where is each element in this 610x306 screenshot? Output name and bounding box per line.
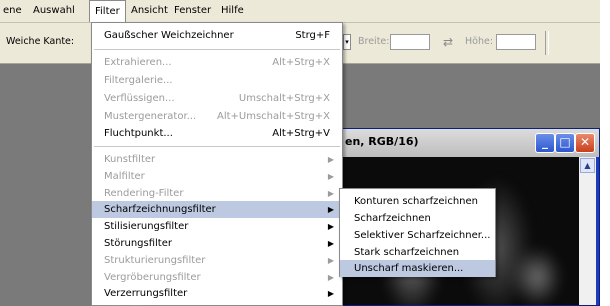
submenu-item-unscharf-maskieren[interactable]: Unscharf maskieren...	[340, 260, 495, 277]
menu-item-fluchtpunkt[interactable]: Fluchtpunkt... Alt+Strg+V	[92, 125, 342, 142]
filter-menu: Gaußscher Weichzeichner Strg+F Extrahieren…	[91, 22, 343, 306]
menu-item-label: Extrahieren...	[104, 57, 172, 68]
style-dropdown-arrow[interactable]: ▾	[343, 34, 351, 50]
menu-item-label: Stilisierungsfilter	[104, 221, 189, 232]
options-separator	[545, 31, 549, 55]
photoshop-window: ene Auswahl Filter Ansicht Fenster Hilfe…	[0, 0, 600, 306]
menu-item-label: Scharfzeichnungsfilter	[104, 204, 216, 215]
menu-item-label: Videofilter	[104, 302, 155, 306]
menu-item-shortcut: Umschalt+Strg+X	[238, 93, 330, 104]
menu-item-label: Verflüssigen...	[104, 93, 175, 104]
submenu-arrow-icon: ▶	[327, 205, 334, 214]
menu-hilfe[interactable]: Hilfe	[216, 0, 249, 22]
menu-item-st-rungsfilter[interactable]: Störungsfilter ▶	[92, 235, 342, 252]
menu-item-vergr-berungsfilter[interactable]: Vergröberungsfilter ▶	[92, 269, 342, 286]
submenu-arrow-icon: ▶	[327, 256, 334, 265]
submenu-arrow-icon: ▶	[327, 172, 334, 181]
menu-item-shortcut: Strg+F	[295, 30, 330, 41]
menu-bar: ene Auswahl Filter Ansicht Fenster Hilfe	[0, 0, 600, 23]
menu-fenster[interactable]: Fenster	[169, 0, 216, 22]
width-label: Breite:	[358, 36, 390, 47]
menu-separator	[94, 146, 340, 147]
menu-item-verfl-ssigen[interactable]: Verflüssigen... Umschalt+Strg+X	[92, 90, 342, 107]
submenu-item-stark-scharfzeichnen[interactable]: Stark scharfzeichnen	[340, 244, 495, 261]
menu-item-label: Störungsfilter	[104, 238, 172, 249]
submenu-item-scharfzeichnen[interactable]: Scharfzeichnen	[340, 210, 495, 227]
close-icon[interactable]: ✕	[575, 133, 595, 153]
menu-ansicht[interactable]: Ansicht	[126, 0, 173, 22]
menu-item-shortcut: Alt+Strg+V	[272, 128, 330, 139]
submenu-arrow-icon: ▶	[327, 155, 334, 164]
minimize-icon[interactable]: _	[535, 133, 555, 153]
menu-item-label: Verzerrungsfilter	[104, 288, 188, 299]
sharpen-submenu: Konturen scharfzeichnen Scharfzeichnen Sel…	[339, 188, 496, 277]
smoke-shape	[512, 247, 562, 305]
menu-item-stilisierungsfilter[interactable]: Stilisierungsfilter ▶	[92, 218, 342, 235]
submenu-item-label: Unscharf maskieren...	[354, 263, 464, 274]
submenu-item-selektiver-scharfzeichner[interactable]: Selektiver Scharfzeichner...	[340, 227, 495, 244]
menu-item-label: Fluchtpunkt...	[104, 128, 173, 139]
menu-item-verzerrungsfilter[interactable]: Verzerrungsfilter ▶	[92, 285, 342, 302]
menu-item-shortcut: Alt+Umschalt+Strg+X	[216, 111, 330, 122]
width-input[interactable]	[390, 34, 430, 50]
vertical-scrollbar[interactable]: ▲	[579, 157, 596, 305]
document-title: en, RGB/16)	[345, 135, 419, 148]
menu-item-label: Strukturierungsfilter	[104, 255, 206, 266]
menu-item-videofilter[interactable]: Videofilter ▶	[92, 302, 342, 306]
swap-arrows-icon[interactable]: ⇄	[443, 35, 453, 49]
submenu-item-label: Konturen scharfzeichnen	[354, 196, 478, 207]
height-label: Höhe:	[465, 36, 494, 47]
menu-item-rendering-filter[interactable]: Rendering-Filter ▶	[92, 185, 342, 202]
menu-item-label: Gaußscher Weichzeichner	[104, 30, 234, 41]
menu-item-label: Mustergenerator...	[104, 111, 197, 122]
menu-item-kunstfilter[interactable]: Kunstfilter ▶	[92, 151, 342, 168]
menu-item-filtergalerie[interactable]: Filtergalerie...	[92, 72, 342, 89]
menu-item-mustergenerator[interactable]: Mustergenerator... Alt+Umschalt+Strg+X	[92, 108, 342, 125]
menu-item-shortcut: Alt+Strg+X	[272, 57, 330, 68]
menu-item-label: Kunstfilter	[104, 154, 156, 165]
menu-filter[interactable]: Filter	[89, 0, 126, 22]
menu-item-extrahieren[interactable]: Extrahieren... Alt+Strg+X	[92, 54, 342, 71]
menu-item-label: Malfilter	[104, 171, 145, 182]
submenu-item-label: Selektiver Scharfzeichner...	[354, 230, 491, 241]
menu-item-label: Rendering-Filter	[104, 188, 184, 199]
menu-item-scharfzeichnungsfilter[interactable]: Scharfzeichnungsfilter ▶	[92, 201, 342, 218]
menu-item-strukturierungsfilter[interactable]: Strukturierungsfilter ▶	[92, 252, 342, 269]
submenu-arrow-icon: ▶	[327, 273, 334, 282]
menu-separator	[94, 49, 340, 50]
submenu-arrow-icon: ▶	[328, 302, 334, 306]
submenu-item-label: Stark scharfzeichnen	[354, 247, 460, 258]
menu-item-malfilter[interactable]: Malfilter ▶	[92, 168, 342, 185]
height-input[interactable]	[496, 34, 536, 50]
right-border	[600, 0, 610, 306]
submenu-item-label: Scharfzeichnen	[354, 213, 431, 224]
submenu-arrow-icon: ▶	[327, 189, 334, 198]
menu-ebene[interactable]: ene	[0, 0, 27, 22]
feather-label: Weiche Kante:	[6, 36, 75, 47]
submenu-arrow-icon: ▶	[327, 222, 334, 231]
document-titlebar[interactable]: en, RGB/16) _ □ ✕	[339, 129, 599, 157]
menu-auswahl[interactable]: Auswahl	[28, 0, 80, 22]
submenu-arrow-icon: ▶	[327, 289, 334, 298]
menu-item-label: Filtergalerie...	[104, 75, 173, 86]
menu-item-gau-scher-weichzeichner[interactable]: Gaußscher Weichzeichner Strg+F	[92, 27, 342, 44]
submenu-item-konturen-scharfzeichnen[interactable]: Konturen scharfzeichnen	[340, 193, 495, 210]
scroll-up-icon[interactable]: ▲	[580, 158, 595, 173]
menu-item-label: Vergröberungsfilter	[104, 272, 201, 283]
maximize-icon[interactable]: □	[555, 133, 575, 153]
submenu-arrow-icon: ▶	[327, 239, 334, 248]
